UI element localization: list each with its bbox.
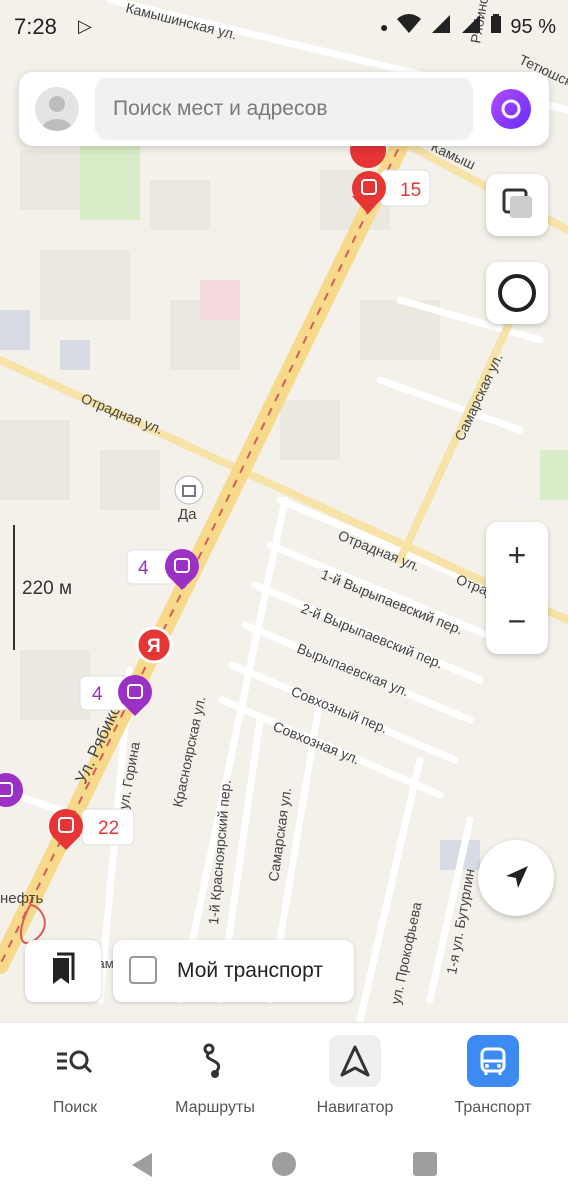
bottom-tab-bar: Поиск Маршруты Навигатор Транспорт bbox=[0, 1022, 568, 1133]
alice-map-button[interactable] bbox=[486, 262, 548, 324]
tab-navigator[interactable]: Навигатор bbox=[284, 1035, 426, 1131]
search-input[interactable]: Поиск мест и адресов bbox=[95, 78, 473, 140]
bookmarks-icon bbox=[53, 952, 75, 984]
bus-icon bbox=[467, 1035, 519, 1087]
street-label: нефть bbox=[0, 890, 44, 907]
tab-label: Транспорт bbox=[454, 1099, 532, 1116]
status-time: 7:28 bbox=[14, 14, 57, 39]
my-transport-toggle[interactable]: Мой транспорт bbox=[113, 940, 354, 1002]
alice-voice-icon[interactable] bbox=[491, 89, 531, 129]
signal-icon bbox=[430, 14, 452, 40]
svg-text:15: 15 bbox=[400, 180, 421, 201]
location-arrow-icon bbox=[506, 866, 528, 888]
svg-text:4: 4 bbox=[92, 684, 103, 705]
navigator-icon bbox=[329, 1035, 381, 1087]
scale-label: 220 м bbox=[22, 578, 72, 599]
wifi-icon bbox=[396, 14, 422, 40]
tab-search[interactable]: Поиск bbox=[4, 1035, 146, 1131]
system-nav-bar bbox=[0, 1132, 568, 1200]
minus-icon: − bbox=[507, 602, 527, 639]
layers-button[interactable] bbox=[486, 174, 548, 236]
tab-label: Навигатор bbox=[316, 1099, 394, 1116]
bookmarks-button[interactable] bbox=[25, 940, 101, 1002]
place-label: Да bbox=[178, 506, 197, 523]
tab-label: Маршруты bbox=[175, 1099, 255, 1116]
recents-icon[interactable] bbox=[412, 1151, 438, 1177]
tab-transport[interactable]: Транспорт bbox=[422, 1035, 564, 1131]
svg-text:4: 4 bbox=[138, 558, 149, 579]
avatar[interactable] bbox=[35, 87, 79, 131]
back-icon[interactable] bbox=[128, 1150, 156, 1180]
my-transport-checkbox[interactable] bbox=[129, 956, 157, 984]
my-location-button[interactable] bbox=[478, 840, 554, 916]
tab-routes[interactable]: Маршруты bbox=[144, 1035, 286, 1131]
tab-label: Поиск bbox=[52, 1099, 98, 1116]
zoom-out-button[interactable]: − bbox=[486, 588, 548, 654]
battery-icon bbox=[490, 14, 502, 40]
status-bar: 7:28 ▷ ● 95 % bbox=[0, 0, 568, 54]
yandex-marker[interactable]: Я bbox=[135, 626, 173, 664]
play-store-icon: ▷ bbox=[78, 16, 92, 36]
plus-icon: + bbox=[507, 536, 527, 573]
battery-percent: 95 % bbox=[510, 15, 556, 38]
zoom-in-button[interactable]: + bbox=[486, 522, 548, 588]
alice-ring-icon bbox=[498, 274, 536, 312]
shop-icon[interactable] bbox=[174, 475, 204, 505]
tram-stop-22[interactable]: 22 bbox=[49, 808, 135, 850]
svg-text:22: 22 bbox=[98, 818, 119, 839]
search-bar: Поиск мест и адресов bbox=[19, 72, 549, 146]
zoom-controls: + − bbox=[486, 522, 548, 654]
search-list-icon bbox=[49, 1035, 101, 1087]
svg-text:Я: Я bbox=[147, 636, 161, 657]
route-icon bbox=[189, 1035, 241, 1087]
signal-icon-2 bbox=[460, 14, 482, 40]
my-transport-label: Мой транспорт bbox=[177, 959, 323, 982]
layers-icon bbox=[502, 188, 532, 218]
home-icon[interactable] bbox=[271, 1151, 297, 1177]
dot-icon: ● bbox=[379, 19, 389, 35]
